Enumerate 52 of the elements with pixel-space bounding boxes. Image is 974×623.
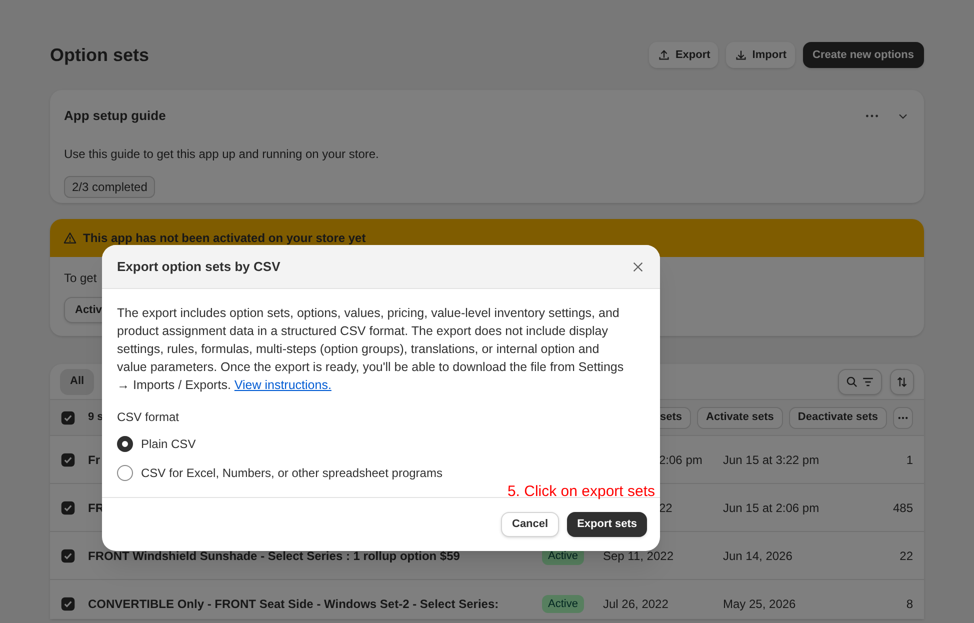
banner-title: This app has not been activated on your store yet (83, 230, 366, 247)
created-date: 22 (659, 500, 672, 514)
filter-tab[interactable]: All (60, 368, 94, 394)
page-title: Option sets (50, 44, 150, 67)
created-date: Jul 26, 2022 (603, 596, 668, 610)
upload-icon (657, 48, 672, 62)
radio-button[interactable] (117, 436, 133, 452)
card-title: App setup guide (64, 107, 166, 125)
radio-option[interactable]: CSV for Excel, Numbers, or other spreadsheet programs (117, 461, 645, 484)
created-date: Sep 11, 2022 (603, 548, 674, 562)
card-description: Use this guide to get this app up and running on your store. (64, 146, 380, 163)
sort-button[interactable] (890, 368, 914, 394)
updated-date: Jun 14, 2026 (723, 548, 794, 564)
updated-date: May 25, 2026 (723, 596, 797, 612)
annotation-text: 5. Click on export sets (507, 482, 655, 502)
product-count: 8 (906, 596, 913, 612)
product-count: 485 (892, 500, 913, 516)
close-icon[interactable] (631, 260, 645, 274)
download-icon (734, 48, 748, 62)
import-button[interactable]: Import (726, 42, 795, 68)
checkbox[interactable] (61, 548, 75, 562)
status-badge: Active (542, 594, 584, 614)
progress-badge: 2/3 completed (64, 176, 156, 198)
product-count: 22 (900, 548, 913, 564)
search-icon (845, 374, 859, 388)
search-filter-button[interactable] (838, 368, 882, 394)
radio-option[interactable]: Plain CSV (117, 432, 645, 455)
checkbox[interactable] (61, 452, 75, 466)
set-name: FRONT Windshield Sunshade - Select Series : 1 rollup option $59 (88, 548, 461, 564)
updated-date: Jun 15 at 3:22 pm (723, 452, 820, 468)
set-name: CONVERTIBLE Only - FRONT Seat Side - Windows Set-2 - Select Series: (88, 596, 500, 612)
radio-button[interactable] (117, 464, 133, 480)
instructions-link[interactable]: View instructions. (234, 378, 332, 392)
checkbox[interactable] (61, 500, 75, 514)
warning-icon (63, 231, 77, 245)
set-name: Fr (88, 452, 101, 468)
created-date: 2:06 pm (659, 452, 702, 466)
bulk-action-button[interactable]: Activate sets (697, 406, 783, 428)
export-button[interactable]: Export (649, 42, 718, 68)
export-button[interactable]: Export sets (567, 512, 647, 537)
bulk-action-button[interactable]: Deactivate sets (788, 406, 887, 428)
banner-text: To get (64, 270, 98, 287)
checkbox[interactable] (61, 410, 75, 424)
sort-icon (895, 374, 909, 388)
format-label: CSV format (117, 409, 180, 426)
product-count: 1 (906, 452, 913, 468)
create-button[interactable]: Create new options (802, 42, 924, 68)
updated-date: Jun 15 at 2:06 pm (723, 500, 820, 516)
checkbox[interactable] (61, 596, 75, 610)
cancel-button[interactable]: Cancel (501, 512, 560, 537)
more-actions-button[interactable] (893, 406, 913, 428)
dialog-title: Export option sets by CSV (117, 258, 280, 276)
